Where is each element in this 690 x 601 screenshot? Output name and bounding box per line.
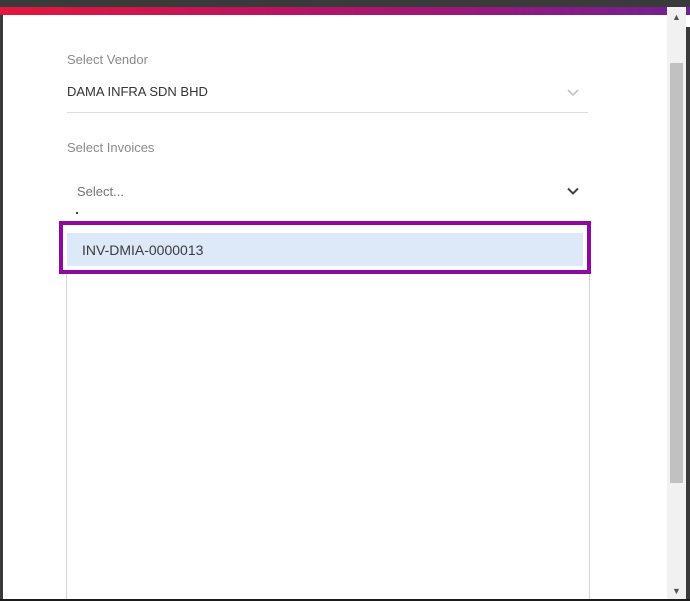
vendor-value: DAMA INFRA SDN BHD xyxy=(67,84,208,99)
edge-glyph xyxy=(686,15,690,27)
scroll-up-icon[interactable]: ▲ xyxy=(667,9,686,25)
highlighted-option-frame: INV-DMIA-0000013 xyxy=(59,221,591,274)
select-invoices-dialog: Select Vendor DAMA INFRA SDN BHD Select … xyxy=(3,15,667,599)
invoices-placeholder: Select... xyxy=(77,184,124,199)
vendor-select[interactable]: DAMA INFRA SDN BHD xyxy=(67,75,588,113)
invoices-select[interactable]: Select... xyxy=(67,171,588,211)
invoices-dropdown-list[interactable] xyxy=(66,231,590,599)
invoices-label: Select Invoices xyxy=(67,140,155,155)
scroll-thumb[interactable] xyxy=(670,63,683,483)
page-scrollbar[interactable]: ▲ ▼ xyxy=(667,7,686,599)
vendor-label: Select Vendor xyxy=(67,52,148,67)
caret-dot xyxy=(76,212,78,214)
chevron-down-icon[interactable] xyxy=(566,184,580,198)
scroll-down-icon[interactable]: ▼ xyxy=(667,583,686,599)
top-gradient-bar xyxy=(0,7,690,15)
invoice-option[interactable]: INV-DMIA-0000013 xyxy=(67,233,583,266)
chevron-down-icon xyxy=(567,89,579,97)
invoice-option-label: INV-DMIA-0000013 xyxy=(82,242,204,258)
